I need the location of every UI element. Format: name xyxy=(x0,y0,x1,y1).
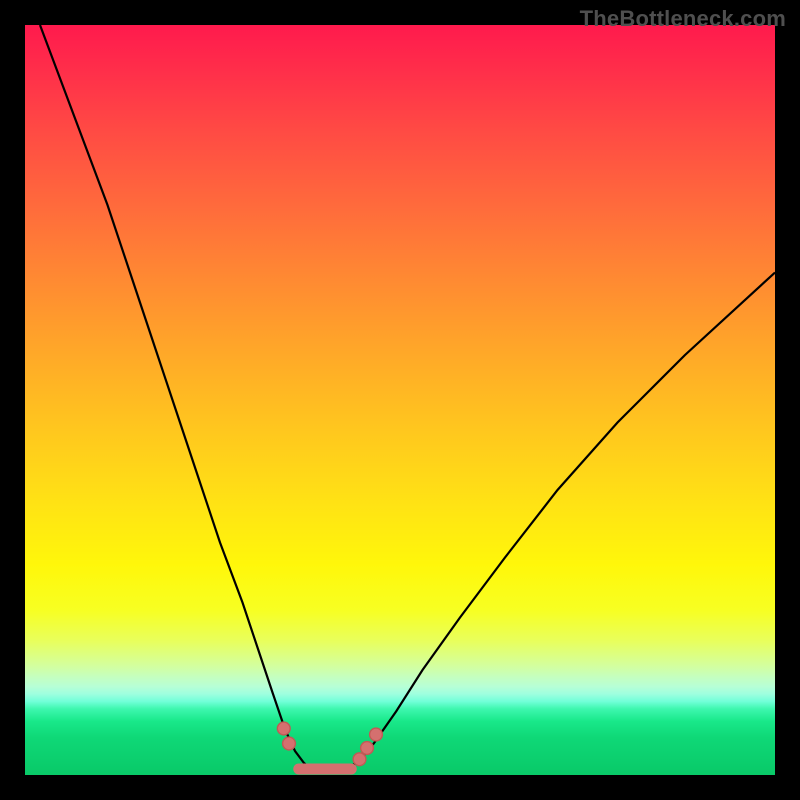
marker-dot xyxy=(361,742,374,755)
markers-group xyxy=(277,722,382,766)
left-curve xyxy=(40,25,310,768)
curves-svg xyxy=(25,25,775,775)
right-curve xyxy=(348,273,776,769)
watermark-text: TheBottleneck.com xyxy=(580,6,786,32)
marker-dot xyxy=(283,737,296,750)
marker-dot xyxy=(353,753,366,766)
marker-dot xyxy=(277,722,290,735)
plot-area xyxy=(25,25,775,775)
marker-dot xyxy=(370,728,383,741)
chart-frame: TheBottleneck.com xyxy=(0,0,800,800)
